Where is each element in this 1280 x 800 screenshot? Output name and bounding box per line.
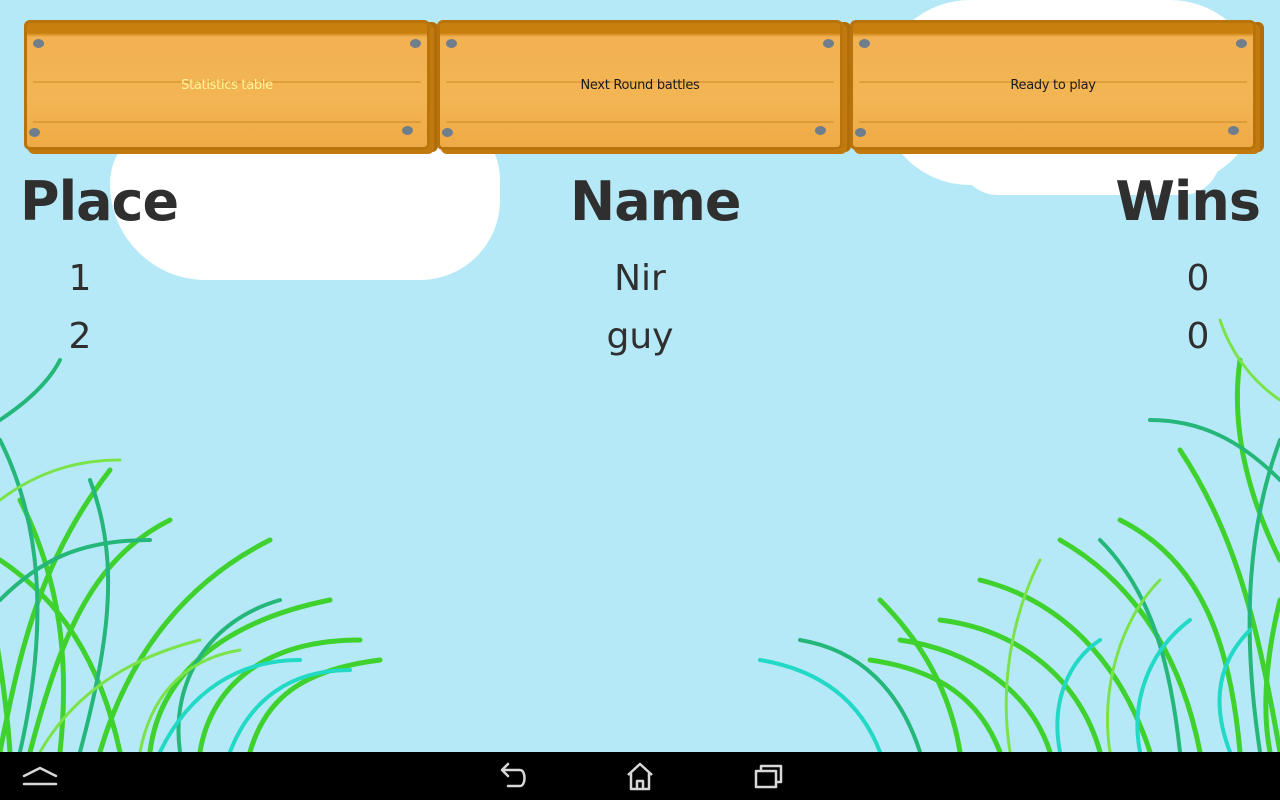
tab-label: Ready to play	[1010, 78, 1096, 93]
bolt-icon	[442, 128, 453, 137]
tab-label: Statistics table	[181, 78, 273, 93]
cell-place: 1	[68, 258, 92, 299]
game-background: Statistics table Next Round battles Read…	[0, 0, 1280, 752]
back-icon[interactable]	[492, 760, 532, 792]
cell-place: 2	[68, 316, 92, 357]
system-navigation-bar	[0, 752, 1280, 800]
tab-label: Next Round battles	[580, 78, 700, 93]
wood-grain	[33, 121, 421, 123]
bolt-icon	[33, 39, 44, 48]
wood-grain	[859, 121, 1247, 123]
bolt-icon	[859, 39, 870, 48]
cell-name: Nir	[614, 258, 666, 299]
recent-apps-icon[interactable]	[748, 760, 788, 792]
bolt-icon	[29, 128, 40, 137]
wood-grain	[446, 121, 834, 123]
tab-next-round-battles[interactable]: Next Round battles	[437, 20, 843, 150]
bolt-icon	[1236, 39, 1247, 48]
bolt-icon	[855, 128, 866, 137]
cell-wins: 0	[1186, 316, 1210, 357]
bolt-icon	[815, 126, 826, 135]
bolt-icon	[823, 39, 834, 48]
cell-wins: 0	[1186, 258, 1210, 299]
header-place: Place	[20, 170, 179, 233]
bolt-icon	[446, 39, 457, 48]
cell-name: guy	[606, 316, 674, 357]
tab-statistics-table[interactable]: Statistics table	[24, 20, 430, 150]
bolt-icon	[1228, 126, 1239, 135]
bolt-icon	[410, 39, 421, 48]
bolt-icon	[402, 126, 413, 135]
home-icon[interactable]	[620, 760, 660, 792]
header-wins: Wins	[1115, 170, 1261, 233]
hide-bar-icon[interactable]	[20, 760, 60, 792]
tab-ready-to-play[interactable]: Ready to play	[850, 20, 1256, 150]
header-name: Name	[570, 170, 742, 233]
